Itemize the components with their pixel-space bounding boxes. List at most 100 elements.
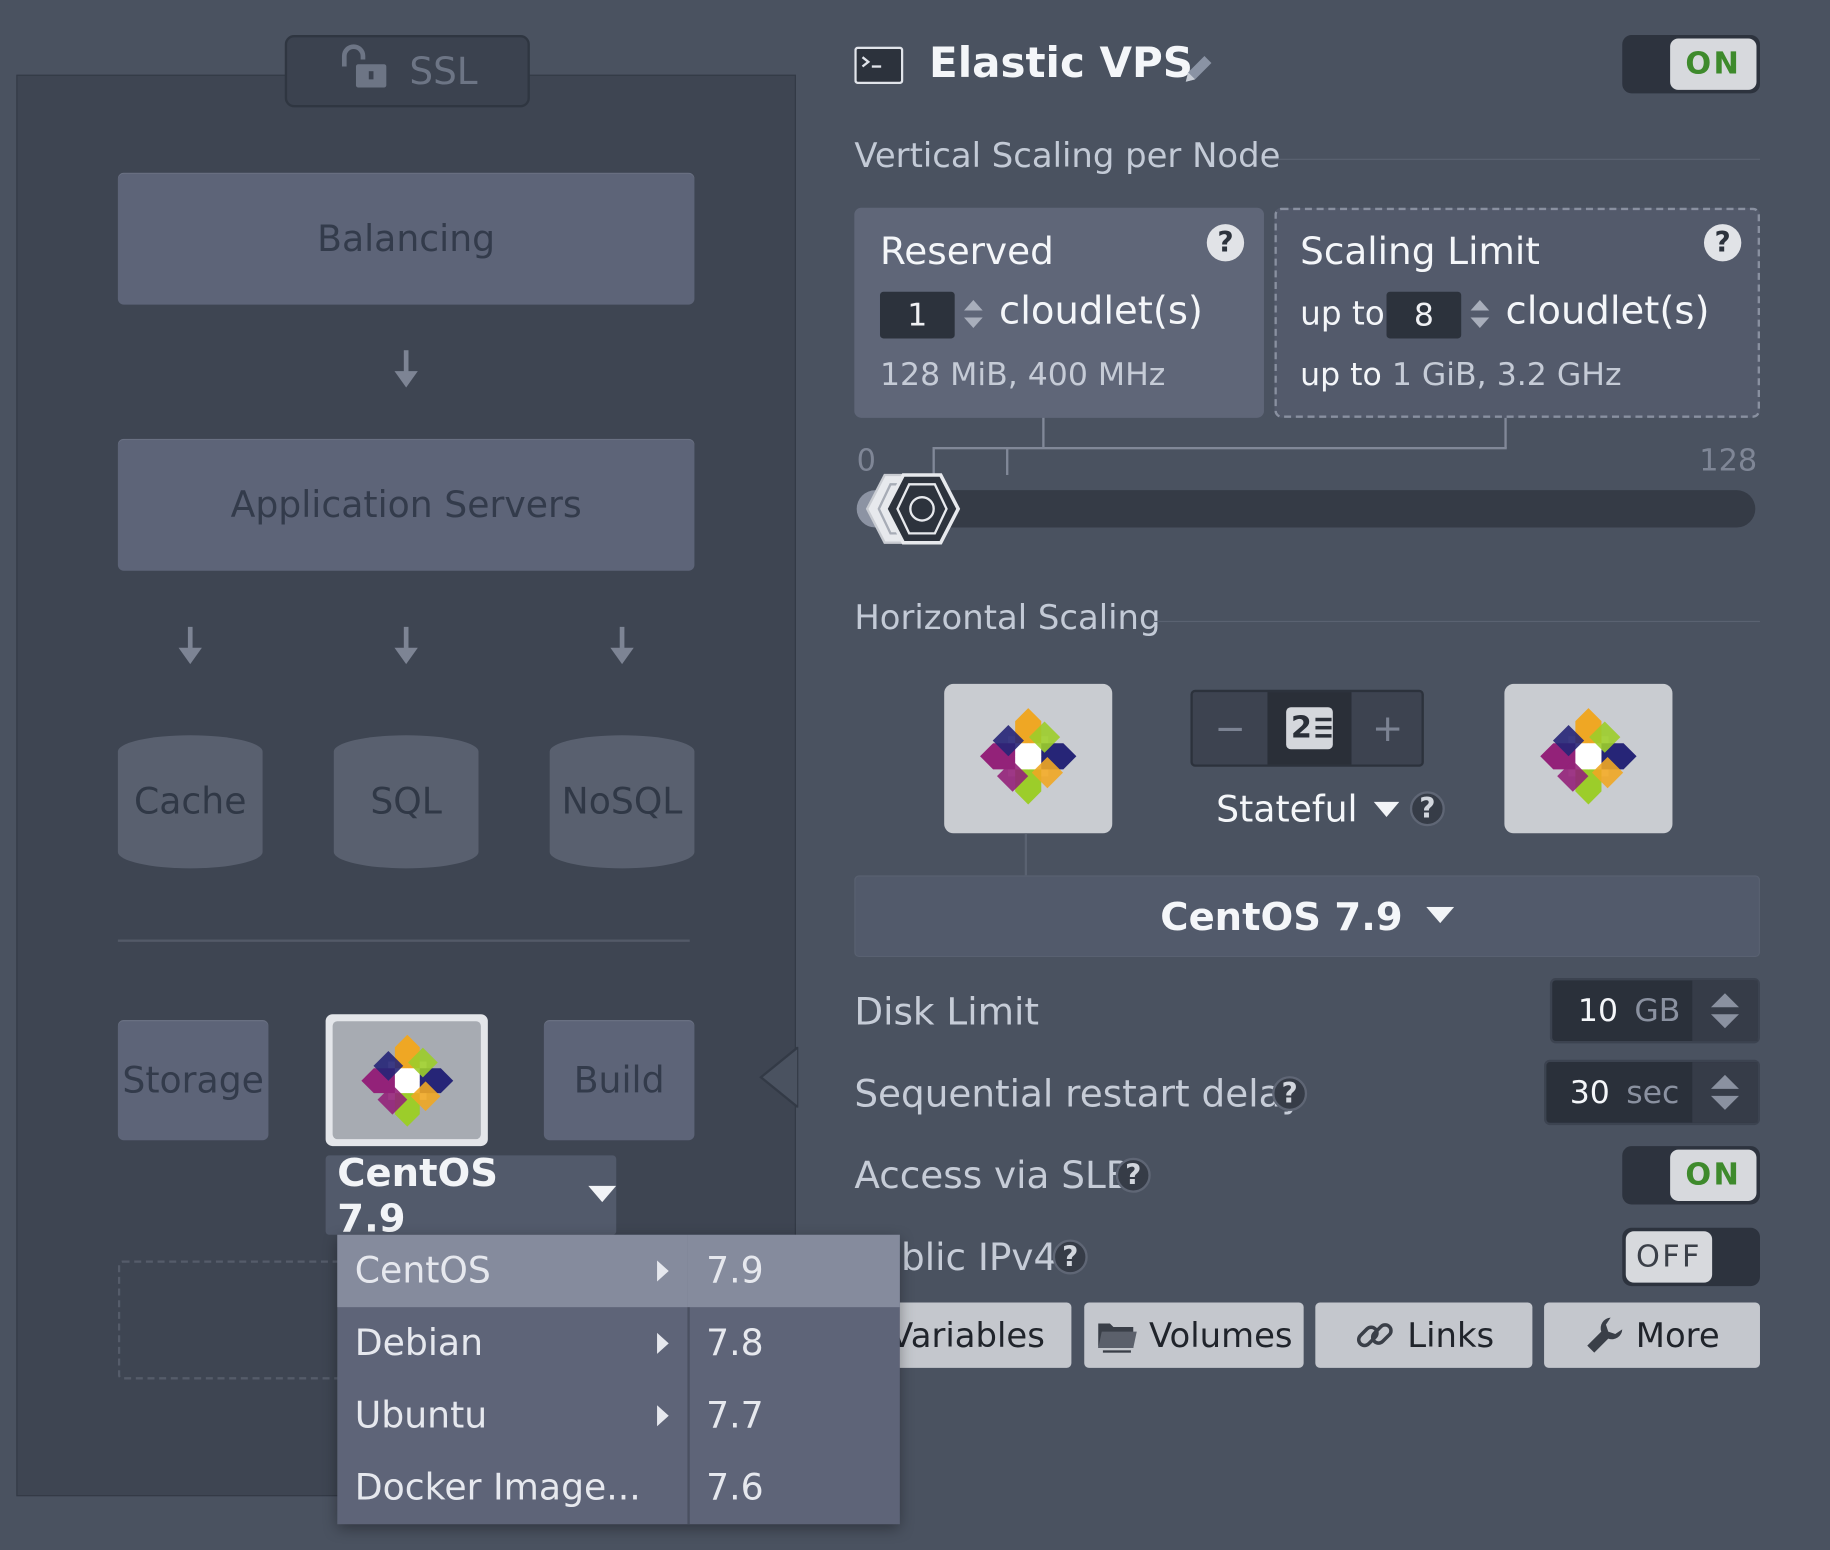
connector (932, 446, 1507, 450)
node-count-icon: 2 (1286, 707, 1333, 750)
connector (1006, 446, 1009, 476)
spinner-icon[interactable] (1468, 296, 1491, 336)
reserved-cloudlets-input[interactable]: 1 (879, 291, 955, 339)
disk-limit-field[interactable]: 10 GB (1549, 978, 1760, 1044)
menu-item-ubuntu[interactable]: Ubuntu (337, 1380, 687, 1452)
cache-tier[interactable]: Cache (117, 735, 263, 869)
links-label: Links (1407, 1315, 1495, 1356)
reserved-title: Reserved (879, 228, 1054, 274)
sql-tier[interactable]: SQL (333, 735, 479, 869)
centos-node-1[interactable] (944, 683, 1113, 834)
version-item-7-9[interactable]: 7.9 (687, 1234, 900, 1308)
os-list: CentOS Debian Ubuntu Docker Image... (337, 1234, 690, 1525)
toggle-off-label: OFF (1625, 1231, 1713, 1283)
help-icon[interactable]: ? (1409, 791, 1445, 827)
slider-max-label: 128 (1699, 443, 1758, 479)
down-arrow-icon (392, 626, 420, 667)
menu-item-centos[interactable]: CentOS (337, 1234, 688, 1308)
public-ipv4-toggle[interactable]: OFF (1622, 1227, 1760, 1287)
menu-item-debian[interactable]: Debian (337, 1307, 687, 1379)
horizontal-scaling-title: Horizontal Scaling (854, 597, 1161, 638)
reserved-unit: cloudlet(s) (999, 287, 1203, 333)
menu-item-label: CentOS (354, 1249, 491, 1292)
build-tier[interactable]: Build (543, 1020, 695, 1141)
reserved-resources: 128 MiB, 400 MHz (879, 357, 1166, 394)
ssl-button[interactable]: SSL (284, 35, 530, 108)
spinner-icon[interactable] (1692, 1062, 1758, 1123)
reserved-box: Reserved ? 1 cloudlet(s) 128 MiB, 400 MH… (854, 207, 1264, 418)
version-label: 7.9 (706, 1249, 764, 1292)
folder-icon (1095, 1316, 1137, 1353)
storage-tier[interactable]: Storage (117, 1020, 269, 1141)
centos-logo-icon (1538, 706, 1638, 811)
balancing-tier[interactable]: Balancing (117, 172, 695, 305)
environment-toggle[interactable]: ON (1622, 35, 1760, 94)
pencil-icon[interactable] (1181, 51, 1216, 91)
environment-topology-wizard: SSL Balancing Application Servers Cache … (0, 0, 1830, 1550)
sql-label: SQL (370, 780, 442, 823)
connector (1024, 833, 1028, 876)
help-icon[interactable]: ? (1052, 1239, 1088, 1275)
volumes-button[interactable]: Volumes (1084, 1302, 1304, 1368)
increment-button[interactable]: + (1352, 692, 1424, 764)
restart-delay-field[interactable]: 30 sec (1544, 1059, 1760, 1126)
node-version-label: CentOS 7.9 (337, 1149, 499, 1241)
version-label: 7.8 (706, 1322, 764, 1365)
menu-item-docker-image[interactable]: Docker Image... (337, 1452, 687, 1524)
spinner-icon[interactable] (1692, 980, 1758, 1042)
application-servers-tier[interactable]: Application Servers (117, 438, 695, 571)
unlocked-padlock-icon (337, 43, 388, 99)
help-icon[interactable]: ? (1206, 224, 1245, 262)
restart-delay-label: Sequential restart delay (854, 1071, 1304, 1116)
wrench-icon (1584, 1315, 1624, 1355)
centos-logo-icon (978, 706, 1078, 811)
limit-prefix: up to (1300, 294, 1385, 333)
connector (1042, 417, 1045, 449)
node-count-display: 2 (1267, 692, 1352, 765)
scaling-mode-label: Stateful (1216, 788, 1358, 831)
limit-cloudlets-input[interactable]: 8 (1386, 291, 1462, 339)
help-icon[interactable]: ? (1272, 1076, 1308, 1112)
version-item-7-6[interactable]: 7.6 (687, 1452, 899, 1524)
links-button[interactable]: Links (1315, 1302, 1533, 1368)
volumes-label: Volumes (1149, 1315, 1293, 1356)
scaling-mode-dropdown[interactable]: Stateful (1216, 789, 1400, 831)
vertical-scaling-title: Vertical Scaling per Node (854, 135, 1281, 176)
version-item-7-7[interactable]: 7.7 (687, 1380, 899, 1452)
vps-node-selected[interactable] (325, 1014, 488, 1147)
node-version-dropdown[interactable]: CentOS 7.9 (325, 1150, 617, 1241)
restart-delay-value: 30 (1569, 1074, 1610, 1111)
application-servers-label: Application Servers (230, 483, 582, 526)
scaling-limit-box: Scaling Limit ? up to 8 cloudlet(s) up t… (1274, 207, 1760, 418)
spinner-icon[interactable] (962, 296, 985, 336)
balancing-label: Balancing (317, 217, 496, 260)
menu-item-label: Ubuntu (354, 1394, 488, 1437)
limit-slider-handle[interactable] (883, 470, 960, 547)
nosql-tier[interactable]: NoSQL (549, 735, 695, 869)
decrement-button[interactable]: − (1193, 692, 1268, 764)
node-count-stepper[interactable]: − 2 + (1190, 689, 1424, 767)
cloudlet-slider-track[interactable] (856, 490, 1756, 528)
divider (117, 939, 690, 942)
slb-toggle[interactable]: ON (1622, 1146, 1760, 1205)
build-label: Build (573, 1059, 665, 1102)
help-icon[interactable]: ? (1115, 1157, 1151, 1193)
nosql-label: NoSQL (561, 780, 683, 823)
disk-limit-label: Disk Limit (854, 989, 1039, 1035)
os-version-label: CentOS 7.9 (1160, 893, 1403, 939)
variables-label: Variables (890, 1315, 1045, 1356)
chevron-right-icon (657, 1260, 669, 1282)
limit-unit: cloudlet(s) (1505, 287, 1710, 333)
toggle-on-label: ON (1670, 1149, 1757, 1201)
chevron-down-icon (1373, 799, 1400, 821)
help-icon[interactable]: ? (1703, 224, 1742, 262)
centos-logo-icon (332, 1021, 481, 1140)
os-version-dropdown[interactable]: CentOS 7.9 (854, 875, 1760, 958)
centos-node-2[interactable] (1504, 683, 1673, 834)
node-count: 2 (1290, 710, 1312, 746)
more-button[interactable]: More (1544, 1302, 1760, 1368)
chevron-down-icon (1425, 905, 1454, 927)
down-arrow-icon (392, 350, 420, 390)
divider (1153, 620, 1760, 623)
version-item-7-8[interactable]: 7.8 (687, 1307, 899, 1379)
